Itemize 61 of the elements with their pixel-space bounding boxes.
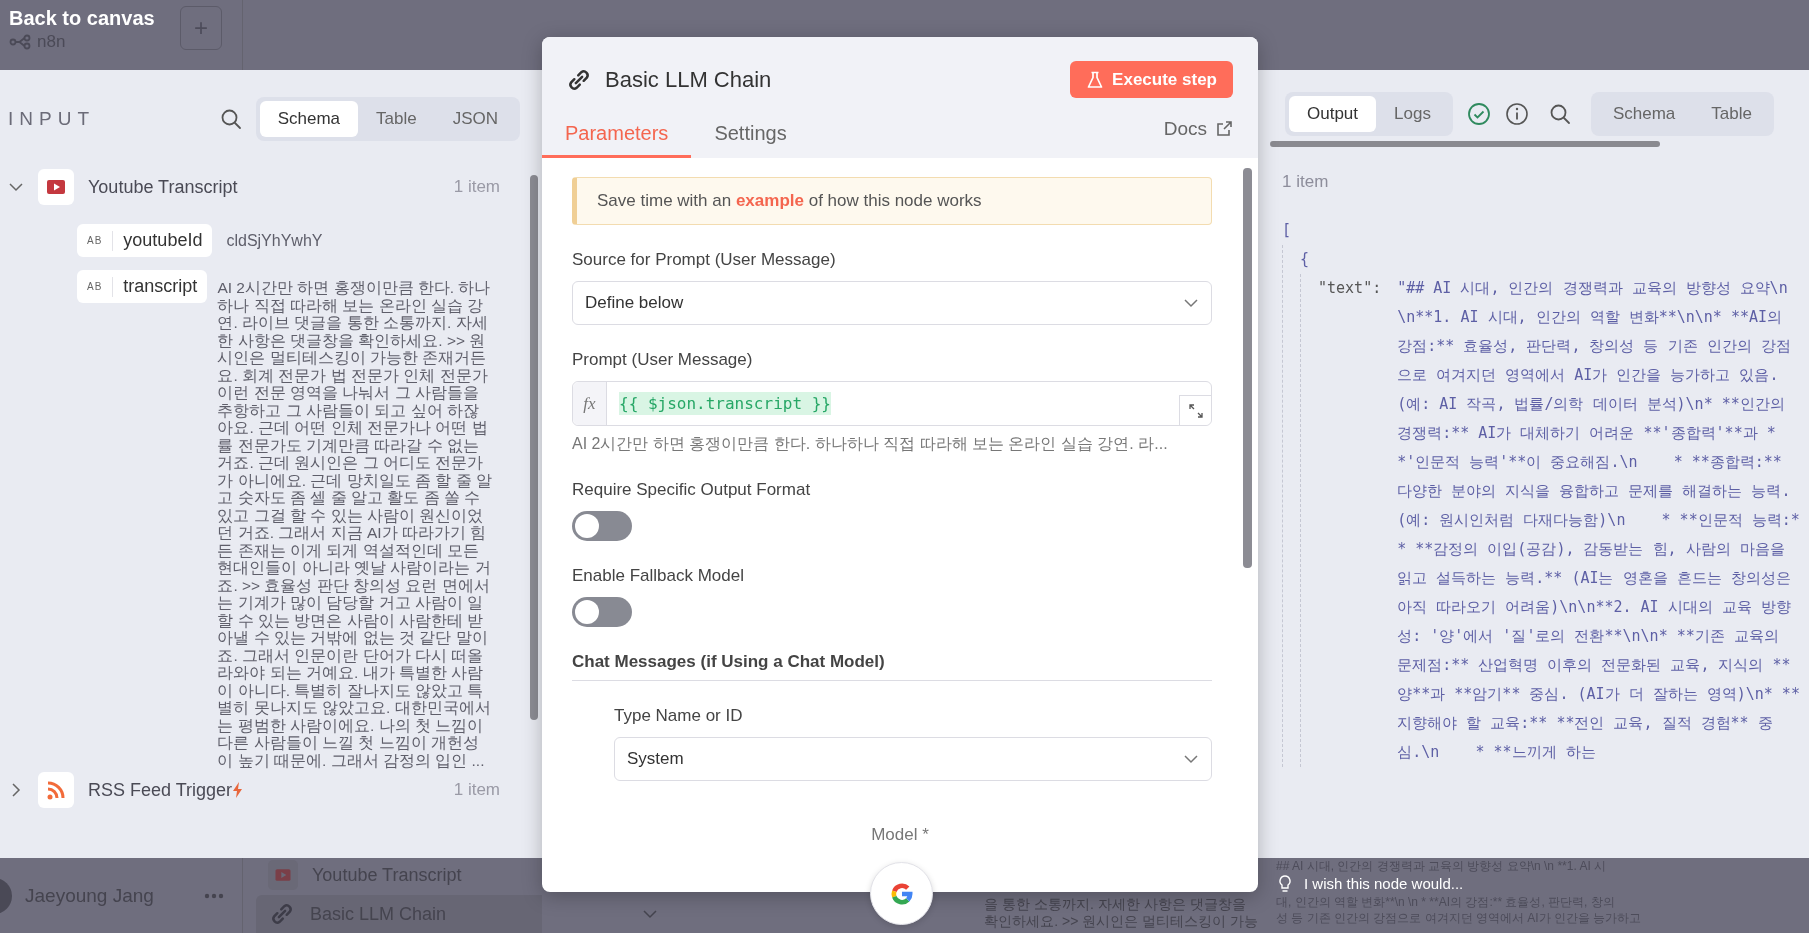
item-count: 1 item [1282, 172, 1330, 192]
view-tab[interactable]: Schema [1594, 96, 1694, 132]
json-key: "text": [1318, 274, 1382, 767]
expression-preview: AI 2시간만 하면 홍쟁이만큼 한다. 하나하나 직접 따라해 보는 온라인 실습 강연. 라... [572, 434, 1169, 454]
example-link[interactable]: example [735, 191, 804, 210]
field-name: youtubeId [122, 230, 204, 251]
feedback-prompt[interactable]: I wish this node would... [1304, 874, 1464, 894]
field-label: Enable Fallback Model [572, 566, 745, 586]
expression-field[interactable]: fx {{ $json.transcript }} [572, 381, 1212, 426]
view-tab[interactable]: Table [1693, 96, 1770, 132]
type-badge: AB [77, 230, 114, 251]
view-tab[interactable]: JSON [434, 101, 516, 137]
toggle-switch[interactable] [572, 511, 632, 541]
video-icon [38, 169, 74, 205]
flask-icon [1086, 70, 1105, 89]
json-value: "## AI 시대, 인간의 경쟁력과 교육의 방향성 요약\n\n**1. AI 시대, 인간의 역할 변화**\n\n* **AI의 강점:** 효율성, 판단력, 창의성 등 기존 인간의 강점으로 여겨지던 영역에서 AI가 인간을 능가하고 있음. (예: AI 작곡, 법률/의학 데이터 분석)\n* **인간의 경쟁력:** AI가 대체하기 어려운 **'종합력'**과 **'인문적 능력'**이 중요해짐.\n * **종합력:** 다양한 분야의 지식을 융합하고 문제를 해결하는 능력. (예: 원시인처럼 다재다능함)\n * **인문적 능력:** **감정의 이입(공감), 감동받는 힘, 사람의 마음을 읽고 설득하는 능력.** (AI는 영혼을 흔드는 창의성은 아직 따라오기 어려움)\n\n**2. AI 시대의 교육 방향성: '양'에서 '질'로의 전환**\n\n* **기존 교육의 문제점:** 산업혁명 이후의 전문화된 교육, 지식의 **양**과 **암기** 중심. (AI가 더 잘하는 영역)\n* **지향해야 할 교육:** **전인 교육, 질적 경험** 중심.\n * **느끼게 하는 [1397, 278, 1801, 763]
item-count: 1 item [453, 780, 501, 800]
hint-text: Save time with an example of how this node works [597, 191, 982, 211]
back-to-canvas-link[interactable]: Back to canvas [9, 6, 155, 30]
search-icon[interactable] [1548, 103, 1571, 125]
type-badge: AB [77, 276, 114, 297]
node-name: Youtube Transcript [88, 176, 238, 198]
logo-icon [9, 34, 31, 50]
view-tab[interactable]: Schema [259, 101, 358, 137]
scrollbar[interactable] [530, 175, 538, 720]
json-brace: { [1300, 249, 1311, 270]
json-bracket: [ [1282, 220, 1293, 241]
field-value: AI 2시간만 하면 홍쟁이만큼 한다. 하나하나 직접 따라해 보는 온라인 실습 강연. 라이브 댓글을 통한 소통까지. 자세한 사항은 댓글창을 확인하세요. >> 원시인은 멀티테스킹이 가능한 존재거든요. 회계 전문가 법 전문가 인체 전문가 이런 전문 영역을 나눠서 그 사람들을 추항하고 그 사람들이 되고 싶어 하잖아요. 근데 어떤 인체 전문가나 어떤 법률 전문가도 기계만큼 따라갈 수 없는 거죠. 근데 원시인은 그 어디도 전문가가 아니에요. 근데 망치일도 좀 할 줄 알고 숫자도 좀 셀 줄 알고 활도 좀 쏠 수 있고 그걸 할 수 있는 사람이 원신이었던 거죠. 그래서 지금 AI가 따라가기 힘든 존재는 이게 되게 역설적인데 모든 현대인들이 아니라 옛날 사람이라는 거죠. >> 효율성 판단 창의성 요런 면에서는 기계가 많이 담당할 거고 사람이 일할 수 있는 방면은 사람이 사람한테 받아낼 수 있는 거밖에 없는 것 같단 말이죠. 그래서 인문이란 단어가 다시 떠올라와야 되는 거예요. 내가 특별한 사람이 아니다. 특별히 잘나지도 않았고 특별히 못나지도 않았고요. 대한민국에서는 평범한 사람이에요. 나의 첫 느낌이 다른 사람들이 느낄 첫 느낌이 개헌성이 높기 때문에. 그래서 감정의 입인 ... [217, 279, 493, 769]
rss-feed-icon [38, 772, 74, 808]
tab[interactable]: Parameters [542, 98, 692, 158]
field-label: Source for Prompt (User Message) [572, 250, 837, 270]
expand-button[interactable] [1179, 395, 1211, 425]
section-title: Chat Messages (if Using a Chat Model) [572, 652, 1212, 681]
docs-link[interactable]: Docs [1163, 118, 1233, 140]
scrollbar[interactable] [1243, 168, 1252, 568]
field-label: Model * [871, 825, 929, 846]
search-icon[interactable] [219, 108, 242, 130]
view-tab[interactable]: Table [358, 101, 435, 137]
lightbulb-icon[interactable] [1278, 875, 1292, 893]
execute-step-button[interactable]: Execute step [1070, 61, 1233, 98]
toggle-switch[interactable] [572, 597, 632, 627]
field-label: Prompt (User Message) [572, 350, 754, 370]
dropdown[interactable]: Define below [572, 281, 1212, 325]
expand-icon [1188, 403, 1203, 418]
field-value: cldSjYhYwhY [226, 231, 323, 251]
tab[interactable]: Output [1289, 96, 1377, 132]
field-name: transcript [122, 276, 199, 297]
check-circle-icon [1466, 102, 1491, 126]
video-icon [268, 860, 298, 890]
panel-title: INPUT [8, 108, 95, 130]
item-count: 1 item [453, 177, 501, 197]
field-label: Require Specific Output Format [572, 480, 812, 500]
tab[interactable]: Settings [691, 98, 810, 158]
field-label: Type Name or ID [614, 706, 744, 726]
node-name: RSS Feed Trigger [88, 779, 233, 801]
tab[interactable]: Logs [1376, 96, 1449, 132]
scrollbar[interactable] [1270, 141, 1660, 147]
info-icon[interactable] [1504, 102, 1529, 126]
dropdown[interactable]: System [614, 737, 1212, 781]
external-link-icon [1215, 120, 1233, 138]
node-title: Basic LLM Chain [605, 66, 772, 93]
